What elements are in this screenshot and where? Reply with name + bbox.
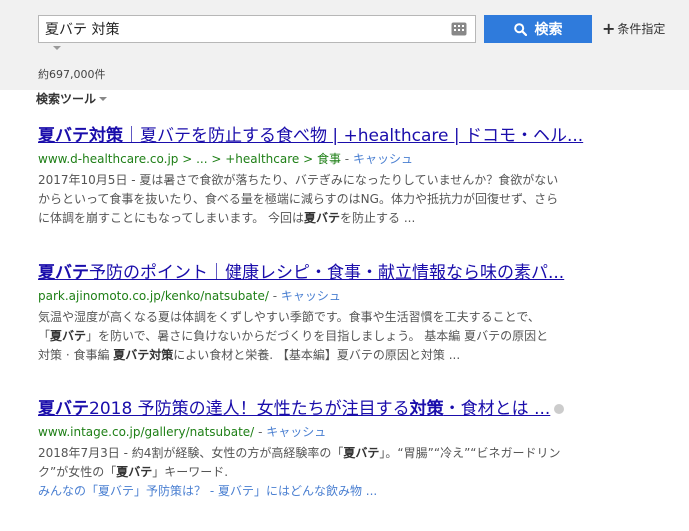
conditions-label: 条件指定 xyxy=(617,22,666,36)
snippet-text: によい食材と栄養. 【基本編】夏バテの原因と対策 ... xyxy=(173,348,461,362)
snippet-line: 2017年10月5日 - 夏は暑さで食欲が落ちたり、バテぎみになったりしていませ… xyxy=(38,173,559,187)
result-snippet: 気温や湿度が高くなる夏は体調をくずしやすい季節です。食事や生活習慣を工夫すること… xyxy=(38,308,608,365)
snippet-highlight: 夏バテ対策 xyxy=(113,348,174,362)
snippet-line: ク”が女性の「夏バテ」キーワード. xyxy=(38,463,608,482)
result-url: park.ajinomoto.co.jp/kenko/natsubate/ - … xyxy=(38,287,598,305)
title-text: 予防のポイント｜健康レシピ・食事・献立情報なら味の素パ... xyxy=(89,263,565,283)
search-result: 夏バテ2018 予防策の達人！女性たちが注目する対策・食材とは ... www.… xyxy=(38,398,598,501)
conditions-link[interactable]: + 条件指定 xyxy=(602,20,665,37)
separator: - xyxy=(344,152,353,166)
snippet-highlight: 夏バテ xyxy=(116,465,153,479)
title-text: ・食材とは ... xyxy=(443,399,551,419)
search-tools-label: 検索ツール xyxy=(36,92,97,106)
cache-link[interactable]: キャッシュ xyxy=(353,152,413,166)
snippet-line: に体調を崩すことにもなってしまいます。 今回は夏バテを防止する ... xyxy=(38,209,608,228)
snippet-line: からといって食事を抜いたり、食べる量を極端に減らすのはNG。体力や抵抗力が回復せ… xyxy=(38,192,559,206)
search-input[interactable] xyxy=(45,16,445,42)
search-button[interactable]: 検索 xyxy=(484,15,592,43)
chevron-down-icon xyxy=(99,96,108,101)
snippet-highlight: 夏バテ xyxy=(50,329,87,343)
title-highlight: 夏バテ xyxy=(38,263,89,283)
result-url-text: www.d-healthcare.co.jp > ... > +healthca… xyxy=(38,152,341,166)
snippet-line: 「夏バテ」を防いで、暑さに負けないからだづくりを目指しましょう。 基本編 夏バテ… xyxy=(38,327,608,346)
snippet-text: に体調を崩すことにもなってしまいます。 今回は xyxy=(38,211,305,225)
keyboard-icon[interactable] xyxy=(451,22,467,36)
result-title-link[interactable]: 夏バテ2018 予防策の達人！女性たちが注目する対策・食材とは ... xyxy=(38,398,598,420)
search-tools-toggle[interactable]: 検索ツール xyxy=(36,90,108,107)
snippet-highlight: 夏バテ xyxy=(343,446,380,460)
result-snippet: 2017年10月5日 - 夏は暑さで食欲が落ちたり、バテぎみになったりしていませ… xyxy=(38,171,608,228)
snippet-text: を防止する ... xyxy=(340,211,416,225)
snippet-text: 」キーワード. xyxy=(152,465,229,479)
result-snippet: 2018年7月3日 - 約4割が経験、女性の方が高経験率の「夏バテ」。“胃腸”“… xyxy=(38,444,608,482)
snippet-line: 対策 · 食事編 夏バテ対策によい食材と栄養. 【基本編】夏バテの原因と対策 .… xyxy=(38,346,608,365)
search-result: 夏バテ対策｜夏バテを防止する食べ物 | +healthcare | ドコモ・ヘル… xyxy=(38,125,598,228)
result-url-text: www.intage.co.jp/gallery/natsubate/ xyxy=(38,425,255,439)
title-highlight: 対策 xyxy=(409,399,444,419)
sub-link[interactable]: みんなの「夏バテ」予防策は？ - 夏バテ」にはどんな飲み物 ... xyxy=(38,482,598,501)
loading-dot-icon xyxy=(554,404,565,414)
search-box[interactable] xyxy=(38,15,476,43)
cache-link[interactable]: キャッシュ xyxy=(281,289,341,303)
snippet-text: ク”が女性の「 xyxy=(38,465,117,479)
snippet-text: 「 xyxy=(38,329,51,343)
search-button-label: 検索 xyxy=(534,22,563,38)
result-count: 約697,000件 xyxy=(38,68,106,81)
title-text: ｜夏バテを防止する食べ物 | +healthcare | ドコモ・ヘル... xyxy=(123,126,584,146)
separator: - xyxy=(272,289,281,303)
snippet-highlight: 夏バテ xyxy=(304,211,341,225)
snippet-line: 気温や湿度が高くなる夏は体調をくずしやすい季節です。食事や生活習慣を工夫すること… xyxy=(38,310,540,324)
search-result: 夏バテ予防のポイント｜健康レシピ・食事・献立情報なら味の素パ... park.a… xyxy=(38,262,598,365)
search-header: 検索 + 条件指定 約697,000件 xyxy=(0,0,689,90)
title-highlight: 夏バテ xyxy=(38,399,89,419)
plus-icon: + xyxy=(602,18,616,38)
result-url-text: park.ajinomoto.co.jp/kenko/natsubate/ xyxy=(38,289,269,303)
title-text: 2018 予防策の達人！女性たちが注目する xyxy=(89,399,410,419)
search-icon xyxy=(513,22,527,36)
cache-link[interactable]: キャッシュ xyxy=(266,425,326,439)
snippet-text: 対策 · 食事編 xyxy=(38,348,114,362)
snippet-text: 2018年7月3日 - 約4割が経験、女性の方が高経験率の「 xyxy=(38,446,344,460)
snippet-text: 」を防いで、暑さに負けないからだづくりを目指しましょう。 基本編 夏バテの原因と xyxy=(86,329,549,343)
result-title-link[interactable]: 夏バテ対策｜夏バテを防止する食べ物 | +healthcare | ドコモ・ヘル… xyxy=(38,125,598,147)
separator: - xyxy=(258,425,267,439)
result-url: www.intage.co.jp/gallery/natsubate/ - キャ… xyxy=(38,423,598,441)
snippet-text: 」。“胃腸”“冷え”“ビネガードリン xyxy=(379,446,561,460)
suggest-dropdown-arrow-icon[interactable] xyxy=(53,46,61,50)
result-title-link[interactable]: 夏バテ予防のポイント｜健康レシピ・食事・献立情報なら味の素パ... xyxy=(38,262,598,284)
snippet-line: 2018年7月3日 - 約4割が経験、女性の方が高経験率の「夏バテ」。“胃腸”“… xyxy=(38,444,608,463)
title-highlight: 夏バテ対策 xyxy=(38,126,123,146)
result-url: www.d-healthcare.co.jp > ... > +healthca… xyxy=(38,150,598,168)
